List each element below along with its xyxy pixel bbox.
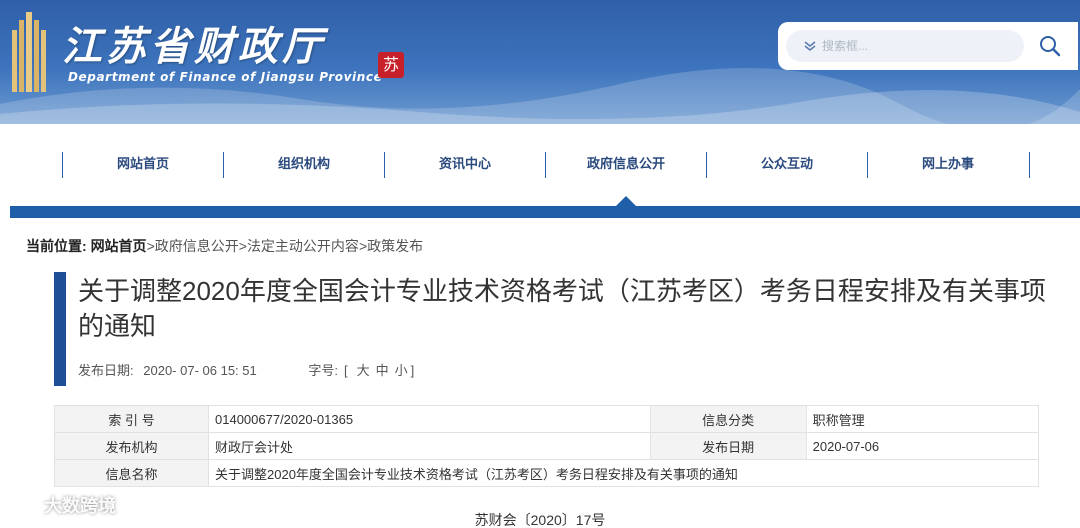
site-title: 江苏省财政厅: [62, 23, 326, 70]
category-value: 职称管理: [805, 405, 1040, 433]
main-nav: 网站首页 组织机构 资讯中心 政府信息公开 公众互动 网上办事: [0, 124, 1080, 206]
nav-divider: [1029, 152, 1030, 178]
table-row: 发布机构 财政厅会计处 发布日期 2020-07-06: [54, 432, 1040, 460]
search-box: [786, 30, 1024, 62]
index-label: 索 引 号: [54, 405, 209, 433]
font-size-label: 字号:: [308, 363, 338, 378]
publish-date-label: 发布日期:: [78, 363, 134, 378]
name-label: 信息名称: [54, 459, 209, 487]
nav-underline-bar: [10, 206, 1080, 218]
category-label: 信息分类: [649, 405, 807, 433]
name-value: 关于调整2020年度全国会计专业技术资格考试（江苏考区）考务日程安排及有关事项的…: [208, 459, 1039, 487]
breadcrumb-statutory-link[interactable]: 法定主动公开内容: [247, 238, 359, 254]
font-size-small-link[interactable]: 小: [395, 363, 408, 378]
info-table: 索 引 号 014000677/2020-01365 信息分类 职称管理 发布机…: [54, 405, 1040, 487]
site-subtitle: Department of Finance of Jiangsu Provinc…: [68, 70, 383, 84]
breadcrumb-separator: >: [146, 238, 155, 254]
search-icon: [1040, 36, 1061, 57]
breadcrumb-gov-info-link[interactable]: 政府信息公开: [155, 238, 239, 254]
document-number: 苏财会〔2020〕17号: [474, 512, 606, 528]
pubdate-label: 发布日期: [649, 432, 807, 460]
seal-badge: 苏: [378, 52, 404, 78]
pubdate-value: 2020-07-06: [805, 432, 1040, 460]
nav-item-news-center[interactable]: 资讯中心: [384, 152, 545, 178]
article-meta: 发布日期: 2020- 07- 06 15: 51 字号: [ 大中小]: [78, 360, 426, 379]
nav-active-indicator: [616, 196, 636, 206]
nav-item-home[interactable]: 网站首页: [62, 152, 223, 178]
nav-item-organization[interactable]: 组织机构: [223, 152, 384, 178]
article-title: 关于调整2020年度全国会计专业技术资格考试（江苏考区）考务日程安排及有关事项的…: [78, 276, 1046, 341]
breadcrumb: 当前位置: 网站首页>政府信息公开>法定主动公开内容>政策发布: [26, 236, 423, 256]
org-value: 财政厅会计处: [208, 432, 651, 460]
org-label: 发布机构: [54, 432, 209, 460]
search-button[interactable]: [1036, 32, 1064, 60]
nav-item-gov-info-disclosure[interactable]: 政府信息公开: [545, 152, 706, 178]
table-row: 索 引 号 014000677/2020-01365 信息分类 职称管理: [54, 405, 1040, 433]
breadcrumb-home-link[interactable]: 网站首页: [91, 238, 147, 254]
breadcrumb-separator: >: [358, 238, 368, 254]
font-size-control: 字号: [ 大中小]: [308, 363, 420, 378]
watermark-logo: 大数跨境: [10, 492, 116, 518]
article-header: 关于调整2020年度全国会计专业技术资格考试（江苏考区）考务日程安排及有关事项的…: [54, 272, 1046, 386]
nav-item-online-services[interactable]: 网上办事: [867, 152, 1028, 178]
chevron-down-icon[interactable]: [802, 38, 818, 54]
publish-date-value: 2020- 07- 06 15: 51: [143, 363, 257, 378]
bracket-open: [: [343, 363, 348, 378]
index-value: 014000677/2020-01365: [208, 405, 651, 433]
header-banner: 江苏省财政厅 Department of Finance of Jiangsu …: [0, 0, 1080, 124]
search-area: [778, 22, 1078, 70]
watermark-icon: [11, 500, 37, 514]
table-row: 信息名称 关于调整2020年度全国会计专业技术资格考试（江苏考区）考务日程安排及…: [54, 459, 1039, 487]
bracket-close: ]: [410, 363, 415, 378]
breadcrumb-separator: >: [238, 238, 247, 254]
font-size-large-link[interactable]: 大: [357, 363, 370, 378]
watermark-text: 大数跨境: [44, 496, 116, 517]
breadcrumb-prefix: 当前位置:: [26, 238, 87, 254]
font-size-medium-link[interactable]: 中: [376, 363, 389, 378]
breadcrumb-policy-link[interactable]: 政策发布: [367, 238, 423, 254]
building-logo-icon: [12, 12, 46, 92]
search-input[interactable]: [822, 34, 1012, 58]
nav-item-public-interaction[interactable]: 公众互动: [706, 152, 867, 178]
